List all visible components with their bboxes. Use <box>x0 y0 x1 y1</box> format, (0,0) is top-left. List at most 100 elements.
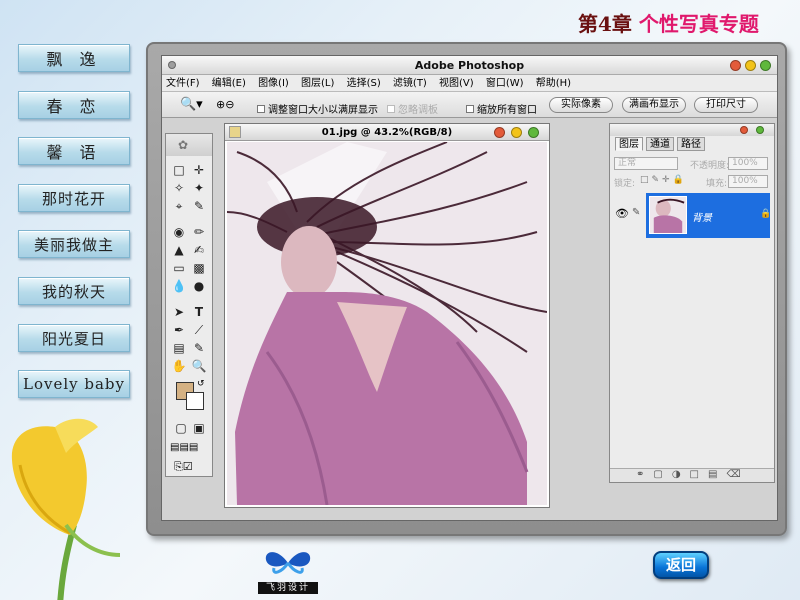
menu-view[interactable]: 视图(V) <box>439 78 474 89</box>
panel-close-icon[interactable] <box>740 126 748 134</box>
nav-item-3[interactable]: 馨 语 <box>18 137 130 165</box>
tab-layers[interactable]: 图层 <box>615 137 643 151</box>
layer-action-icons[interactable]: ⚭▢◑□▤⌫ <box>636 469 750 480</box>
notes-tool-icon[interactable]: ▤ <box>170 340 188 356</box>
fill-field[interactable]: 100% <box>728 175 768 188</box>
gradient-tool-icon[interactable]: ▩ <box>190 260 208 276</box>
resize-windows-checkbox[interactable]: 调整窗口大小以满屏显示 <box>257 101 378 116</box>
zoom-tool-icon[interactable]: 🔍▾ <box>180 97 203 112</box>
panel-zoom-icon[interactable] <box>756 126 764 134</box>
ignore-palettes-checkbox: 忽略调板 <box>387 101 438 116</box>
document-title: 01.jpg @ 43.2%(RGB/8) <box>321 127 453 138</box>
quick-mask-icon[interactable]: ▣ <box>190 420 208 436</box>
nav-item-label: 阳光夏日 <box>41 329 106 348</box>
menu-file[interactable]: 文件(F) <box>166 78 200 89</box>
options-bar: 🔍▾ ⊕⊖ 调整窗口大小以满屏显示 忽略调板 缩放所有窗口 实际像素 满画布显示… <box>162 92 777 118</box>
nav-item-label: 馨 语 <box>46 143 102 162</box>
hand-tool-icon[interactable]: ✋ <box>170 358 188 374</box>
nav-item-label: 春 恋 <box>46 97 102 116</box>
fill-label: 填充: <box>706 179 728 189</box>
menu-window[interactable]: 窗口(W) <box>486 78 524 89</box>
actual-pixels-button[interactable]: 实际像素 <box>549 97 613 113</box>
eyedropper-icon[interactable]: ✎ <box>190 340 208 356</box>
maximize-icon[interactable] <box>760 60 771 71</box>
toolbox: ✿ □ ✛ ✧ ✦ ⌖ ✎ ◉ ✏ ▲ ✍ ▭ ▩ 💧 ● ➤ T ✒ ⟋ ▤ … <box>165 133 213 477</box>
dodge-tool-icon[interactable]: ● <box>190 278 208 294</box>
brand-logo: 飞羽设计 <box>258 548 318 598</box>
tab-channels[interactable]: 通道 <box>646 137 674 151</box>
jump-to-imageready-icon[interactable]: ⎘☑ <box>174 460 193 474</box>
app-icon <box>168 61 176 69</box>
return-button[interactable]: 返回 <box>653 551 709 579</box>
nav-item-6[interactable]: 我的秋天 <box>18 277 130 305</box>
crop-tool-icon[interactable]: ⌖ <box>170 198 188 214</box>
nav-item-2[interactable]: 春 恋 <box>18 91 130 119</box>
path-select-icon[interactable]: ➤ <box>170 304 188 320</box>
clone-stamp-icon[interactable]: ▲ <box>170 242 188 258</box>
blur-tool-icon[interactable]: 💧 <box>170 278 188 294</box>
slice-tool-icon[interactable]: ✎ <box>190 198 208 214</box>
app-title: Adobe Photoshop <box>414 59 525 72</box>
zoom-in-out-icon[interactable]: ⊕⊖ <box>216 98 234 111</box>
eye-icon[interactable]: 👁 <box>615 207 629 220</box>
nav-item-7[interactable]: 阳光夏日 <box>18 324 130 352</box>
magic-wand-icon[interactable]: ✦ <box>190 180 208 196</box>
checkbox-box <box>257 104 265 113</box>
nav-item-label: 飘 逸 <box>46 50 102 69</box>
menu-help[interactable]: 帮助(H) <box>536 78 571 89</box>
close-icon[interactable] <box>730 60 741 71</box>
document-title-bar: 01.jpg @ 43.2%(RGB/8) <box>225 124 549 141</box>
nav-item-5[interactable]: 美丽我做主 <box>18 230 130 258</box>
lock-icons[interactable]: □✎✛🔒 <box>640 175 687 185</box>
marquee-tool-icon[interactable]: □ <box>170 162 188 178</box>
layer-name: 背景 <box>692 213 712 224</box>
zoom-all-checkbox[interactable]: 缩放所有窗口 <box>466 101 537 116</box>
standard-mode-icon[interactable]: ▢ <box>172 420 190 436</box>
healing-brush-icon[interactable]: ◉ <box>170 224 188 240</box>
pen-tool-icon[interactable]: ✒ <box>170 322 188 338</box>
background-color-swatch[interactable] <box>186 392 204 410</box>
chapter-title: 第4章 个性写真专题 <box>578 8 759 37</box>
menu-edit[interactable]: 编辑(E) <box>212 78 246 89</box>
history-brush-icon[interactable]: ✍ <box>190 242 208 258</box>
doc-minimize-icon[interactable] <box>511 127 522 138</box>
doc-maximize-icon[interactable] <box>528 127 539 138</box>
swap-colors-icon[interactable]: ↺ <box>197 379 205 389</box>
minimize-icon[interactable] <box>745 60 756 71</box>
butterfly-icon <box>265 552 311 574</box>
resize-windows-label: 调整窗口大小以满屏显示 <box>268 105 378 116</box>
panel-header <box>610 124 774 136</box>
app-title-bar: Adobe Photoshop <box>162 56 777 75</box>
document-window: 01.jpg @ 43.2%(RGB/8) <box>224 123 550 508</box>
print-size-button[interactable]: 打印尺寸 <box>694 97 758 113</box>
menu-image[interactable]: 图像(I) <box>258 78 289 89</box>
layer-thumbnail <box>649 196 687 234</box>
brush-tool-icon[interactable]: ✏ <box>190 224 208 240</box>
nav-item-4[interactable]: 那时花开 <box>18 184 130 212</box>
tab-paths[interactable]: 路径 <box>677 137 705 151</box>
eraser-tool-icon[interactable]: ▭ <box>170 260 188 276</box>
type-tool-icon[interactable]: T <box>190 304 208 320</box>
nav-item-label: 美丽我做主 <box>33 235 114 254</box>
opacity-field[interactable]: 100% <box>728 157 768 170</box>
opacity-label: 不透明度: <box>690 161 730 171</box>
line-tool-icon[interactable]: ⟋ <box>190 322 208 338</box>
menu-filter[interactable]: 滤镜(T) <box>393 78 427 89</box>
doc-close-icon[interactable] <box>494 127 505 138</box>
chapter-name: 个性写真专题 <box>638 12 759 36</box>
menu-layer[interactable]: 图层(L) <box>301 78 334 89</box>
layers-panel-footer: ⚭▢◑□▤⌫ <box>610 468 774 482</box>
move-tool-icon[interactable]: ✛ <box>190 162 208 178</box>
blend-mode-select[interactable]: 正常 <box>614 157 678 170</box>
zoom-tool-icon[interactable]: 🔍 <box>190 358 208 374</box>
fit-screen-button[interactable]: 满画布显示 <box>622 97 686 113</box>
layer-lock-icon: 🔒 <box>760 209 772 219</box>
nav-item-1[interactable]: 飘 逸 <box>18 44 130 72</box>
checkbox-box <box>466 104 474 113</box>
layer-row-background[interactable]: 👁 ✎ 背景 🔒 <box>612 193 772 238</box>
lasso-tool-icon[interactable]: ✧ <box>170 180 188 196</box>
screen-mode-icons[interactable]: ▤▤▤ <box>170 442 198 453</box>
menu-select[interactable]: 选择(S) <box>347 78 381 89</box>
nav-item-label: Lovely baby <box>22 375 125 393</box>
nav-item-8[interactable]: Lovely baby <box>18 370 130 398</box>
